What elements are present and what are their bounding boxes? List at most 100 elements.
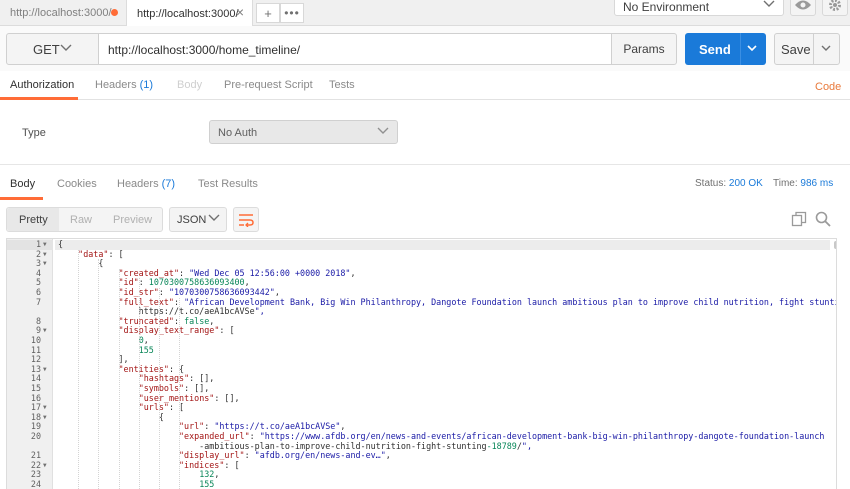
tab-response-body[interactable]: Body [10, 178, 35, 190]
tab-headers-label: Headers [95, 79, 137, 91]
fold-toggle-icon[interactable]: ▼ [43, 365, 49, 375]
line-number-gutter: 1 ▼ 2 ▼ 3 ▼ 4 5 6 7 8 9 ▼ 10 11 12 13 ▼ 14 15 16 17 ▼ 18 ▼ 19 20 21… [7, 239, 53, 489]
preview-button[interactable]: Preview [113, 214, 152, 226]
tab-pre-request-script-label: Pre-request Script [224, 79, 313, 91]
scrollbar-thumb[interactable] [834, 241, 836, 249]
request-tab-2[interactable]: http://localhost:3000/ × [127, 0, 253, 27]
fold-toggle-icon[interactable]: ▼ [43, 259, 49, 269]
send-button[interactable]: Send [685, 33, 766, 65]
tab-response-cookies-label: Cookies [57, 178, 97, 190]
response-time: Time: 986 ms [773, 178, 833, 189]
fold-toggle-icon[interactable]: ▼ [43, 461, 49, 471]
indent-guide [118, 268, 120, 489]
environment-select[interactable]: No Environment [614, 0, 784, 16]
request-tab-1[interactable]: http://localhost:3000/ [0, 0, 127, 26]
chevron-down-icon [60, 44, 72, 51]
fold-toggle-icon[interactable]: ▼ [43, 240, 49, 250]
time-value: 986 ms [800, 178, 834, 189]
tab-test-results[interactable]: Test Results [198, 178, 258, 190]
tab-body-label: Body [177, 79, 203, 91]
indent-guide [179, 297, 181, 489]
new-tab-button[interactable]: + [256, 3, 280, 23]
tab-response-body-label: Body [10, 178, 36, 190]
format-select[interactable]: JSON [169, 207, 227, 232]
tab-response-headers-count: (7) [161, 178, 176, 190]
environment-quick-look-button[interactable] [790, 0, 816, 16]
response-divider [0, 164, 850, 165]
wrap-lines-button[interactable] [233, 207, 259, 232]
send-button-label: Send [699, 42, 731, 57]
request-tab-strip: http://localhost:3000/ http://localhost:… [0, 0, 850, 27]
pretty-button[interactable]: Pretty [19, 214, 48, 226]
tab-response-headers[interactable]: Headers (7) [117, 178, 175, 190]
save-button[interactable]: Save [774, 33, 840, 65]
code-line: 155 [199, 479, 215, 489]
line-number: 7 [35, 296, 41, 307]
chevron-down-icon [763, 0, 775, 7]
chevron-down-icon[interactable] [746, 42, 758, 54]
indent-guide [159, 288, 161, 489]
auth-type-label: Type [22, 127, 46, 139]
save-split-divider [813, 34, 814, 64]
format-select-value: JSON [177, 214, 207, 226]
tab-pre-request-script[interactable]: Pre-request Script [224, 79, 313, 91]
line-number: 20 [30, 431, 41, 441]
active-tab-indicator [0, 97, 78, 100]
tab-response-headers-label: Headers [117, 178, 159, 190]
method-select-value: GET [33, 42, 60, 57]
request-tab-2-label: http://localhost:3000/ [137, 7, 239, 20]
status-value: 200 OK [728, 178, 763, 189]
gear-icon [829, 0, 841, 11]
tab-tests-label: Tests [329, 79, 355, 91]
chevron-down-icon [208, 214, 220, 221]
more-tabs-button[interactable]: ••• [280, 3, 304, 23]
tab-test-results-label: Test Results [198, 178, 258, 190]
tab-headers[interactable]: Headers (1) [95, 79, 153, 91]
indent-guide [98, 259, 100, 489]
response-status: Status: 200 OK [695, 178, 763, 189]
tab-tests[interactable]: Tests [329, 79, 355, 91]
status-label: Status: [695, 178, 727, 189]
tab-headers-count: (1) [139, 79, 154, 91]
plus-icon: + [264, 5, 272, 21]
fold-toggle-icon[interactable]: ▼ [43, 326, 49, 336]
request-tab-1-label: http://localhost:3000/ [10, 7, 112, 19]
indent-guide [78, 249, 80, 489]
auth-type-select[interactable]: No Auth [209, 120, 398, 144]
response-tabs: Body Cookies Headers (7) Test Results St… [0, 170, 850, 200]
settings-button[interactable] [822, 0, 848, 16]
params-button[interactable]: Params [611, 33, 677, 65]
close-icon[interactable]: × [236, 4, 244, 20]
time-label: Time: [773, 178, 798, 189]
active-line-highlight [55, 240, 830, 250]
view-mode-segmented: Pretty Raw Preview [6, 207, 163, 232]
tab-authorization[interactable]: Authorization [10, 79, 74, 91]
code-area: { "data": [ { "created_at": "Wed Dec 05 … [55, 239, 836, 489]
active-response-tab-indicator [0, 197, 43, 200]
wrap-lines-icon [239, 213, 254, 227]
environment-select-value: No Environment [623, 0, 710, 14]
fold-toggle-icon[interactable]: ▼ [43, 250, 49, 260]
chevron-down-icon[interactable] [820, 42, 832, 54]
send-split-divider [740, 33, 741, 65]
request-tabs: Authorization Headers (1) Body Pre-reque… [0, 71, 850, 100]
chevron-down-icon [377, 127, 389, 134]
copy-icon[interactable] [791, 211, 807, 227]
auth-type-select-value: No Auth [218, 127, 258, 139]
eye-icon [795, 0, 811, 10]
response-body-editor[interactable]: 1 ▼ 2 ▼ 3 ▼ 4 5 6 7 8 9 ▼ 10 11 12 13 ▼ 14 15 16 17 ▼ 18 ▼ 19 20 21… [6, 238, 837, 489]
fold-toggle-icon[interactable]: ▼ [43, 413, 49, 423]
indent-guide [138, 278, 140, 489]
url-input[interactable]: http://localhost:3000/home_timeline/ [98, 33, 612, 65]
method-select[interactable]: GET [6, 33, 99, 65]
line-number: 24 [30, 479, 41, 489]
tab-authorization-label: Authorization [10, 79, 75, 91]
code-link[interactable]: Code [815, 81, 841, 93]
response-view-bar: Pretty Raw Preview JSON [0, 203, 850, 238]
tab-response-cookies[interactable]: Cookies [57, 178, 97, 190]
tab-body: Body [177, 79, 202, 91]
raw-button[interactable]: Raw [70, 214, 92, 226]
search-icon[interactable] [815, 211, 831, 227]
fold-toggle-icon[interactable]: ▼ [43, 403, 49, 413]
unsaved-dot-icon [111, 9, 118, 16]
